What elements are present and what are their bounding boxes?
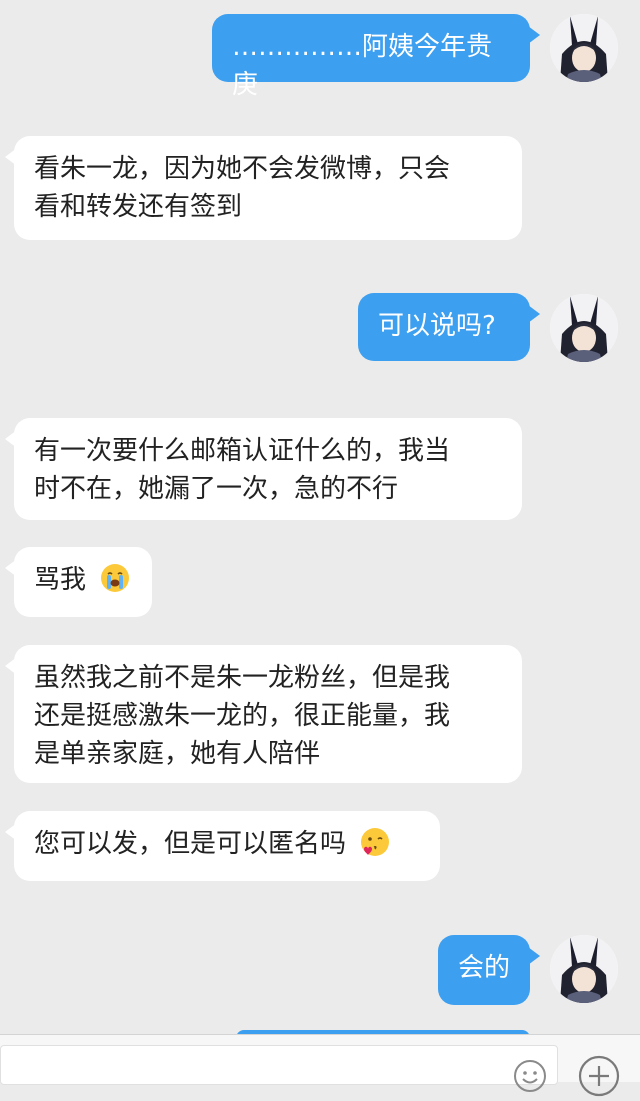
plus-circle-icon[interactable] [578, 1055, 620, 1097]
avatar-image [550, 935, 618, 1003]
incoming-message-bubble[interactable]: 您可以发，但是可以匿名吗 [5, 811, 440, 881]
message-line: 是单亲家庭，她有人陪伴 [34, 739, 321, 769]
message-text: ……………阿姨今年贵庚 [232, 32, 493, 100]
face-blowing-kiss-icon [360, 827, 390, 857]
user-avatar[interactable] [550, 935, 618, 1003]
message-text: 您可以发，但是可以匿名吗 [34, 829, 347, 859]
chat-area: ……………阿姨今年贵庚 看朱一龙，因为她不会发微博，只会 看和转发还有签到 可以… [0, 0, 640, 1081]
message-line: 虽然我之前不是朱一龙粉丝，但是我 [34, 663, 451, 693]
smiley-face-icon[interactable] [513, 1059, 547, 1093]
message-line: 还是挺感激朱一龙的，很正能量，我 [34, 701, 451, 731]
message-text: 骂我 [34, 565, 87, 595]
avatar-image [550, 294, 618, 362]
outgoing-message-bubble[interactable]: 会的 [438, 935, 540, 1005]
message-text: 会的 [458, 953, 511, 983]
message-text: 可以说吗? [378, 311, 496, 341]
incoming-message-bubble[interactable]: 虽然我之前不是朱一龙粉丝，但是我 还是挺感激朱一龙的，很正能量，我 是单亲家庭，… [5, 645, 522, 783]
user-avatar[interactable] [550, 294, 618, 362]
message-input-bar [0, 1034, 640, 1097]
avatar-image [550, 14, 618, 82]
message-line: 看朱一龙，因为她不会发微博，只会 [34, 154, 451, 184]
incoming-message-bubble[interactable]: 有一次要什么邮箱认证什么的，我当 时不在，她漏了一次，急的不行 [5, 418, 522, 520]
loudly-crying-face-icon [100, 563, 130, 593]
message-line: 有一次要什么邮箱认证什么的，我当 [34, 436, 451, 466]
outgoing-message-bubble[interactable]: 可以说吗? [358, 293, 540, 361]
incoming-message-bubble[interactable]: 骂我 [5, 547, 152, 617]
user-avatar[interactable] [550, 14, 618, 82]
outgoing-message-bubble[interactable]: ……………阿姨今年贵庚 [212, 14, 540, 100]
message-line: 时不在，她漏了一次，急的不行 [34, 474, 399, 504]
message-input[interactable] [0, 1045, 558, 1085]
incoming-message-bubble[interactable]: 看朱一龙，因为她不会发微博，只会 看和转发还有签到 [5, 136, 522, 240]
message-line: 看和转发还有签到 [34, 192, 243, 222]
